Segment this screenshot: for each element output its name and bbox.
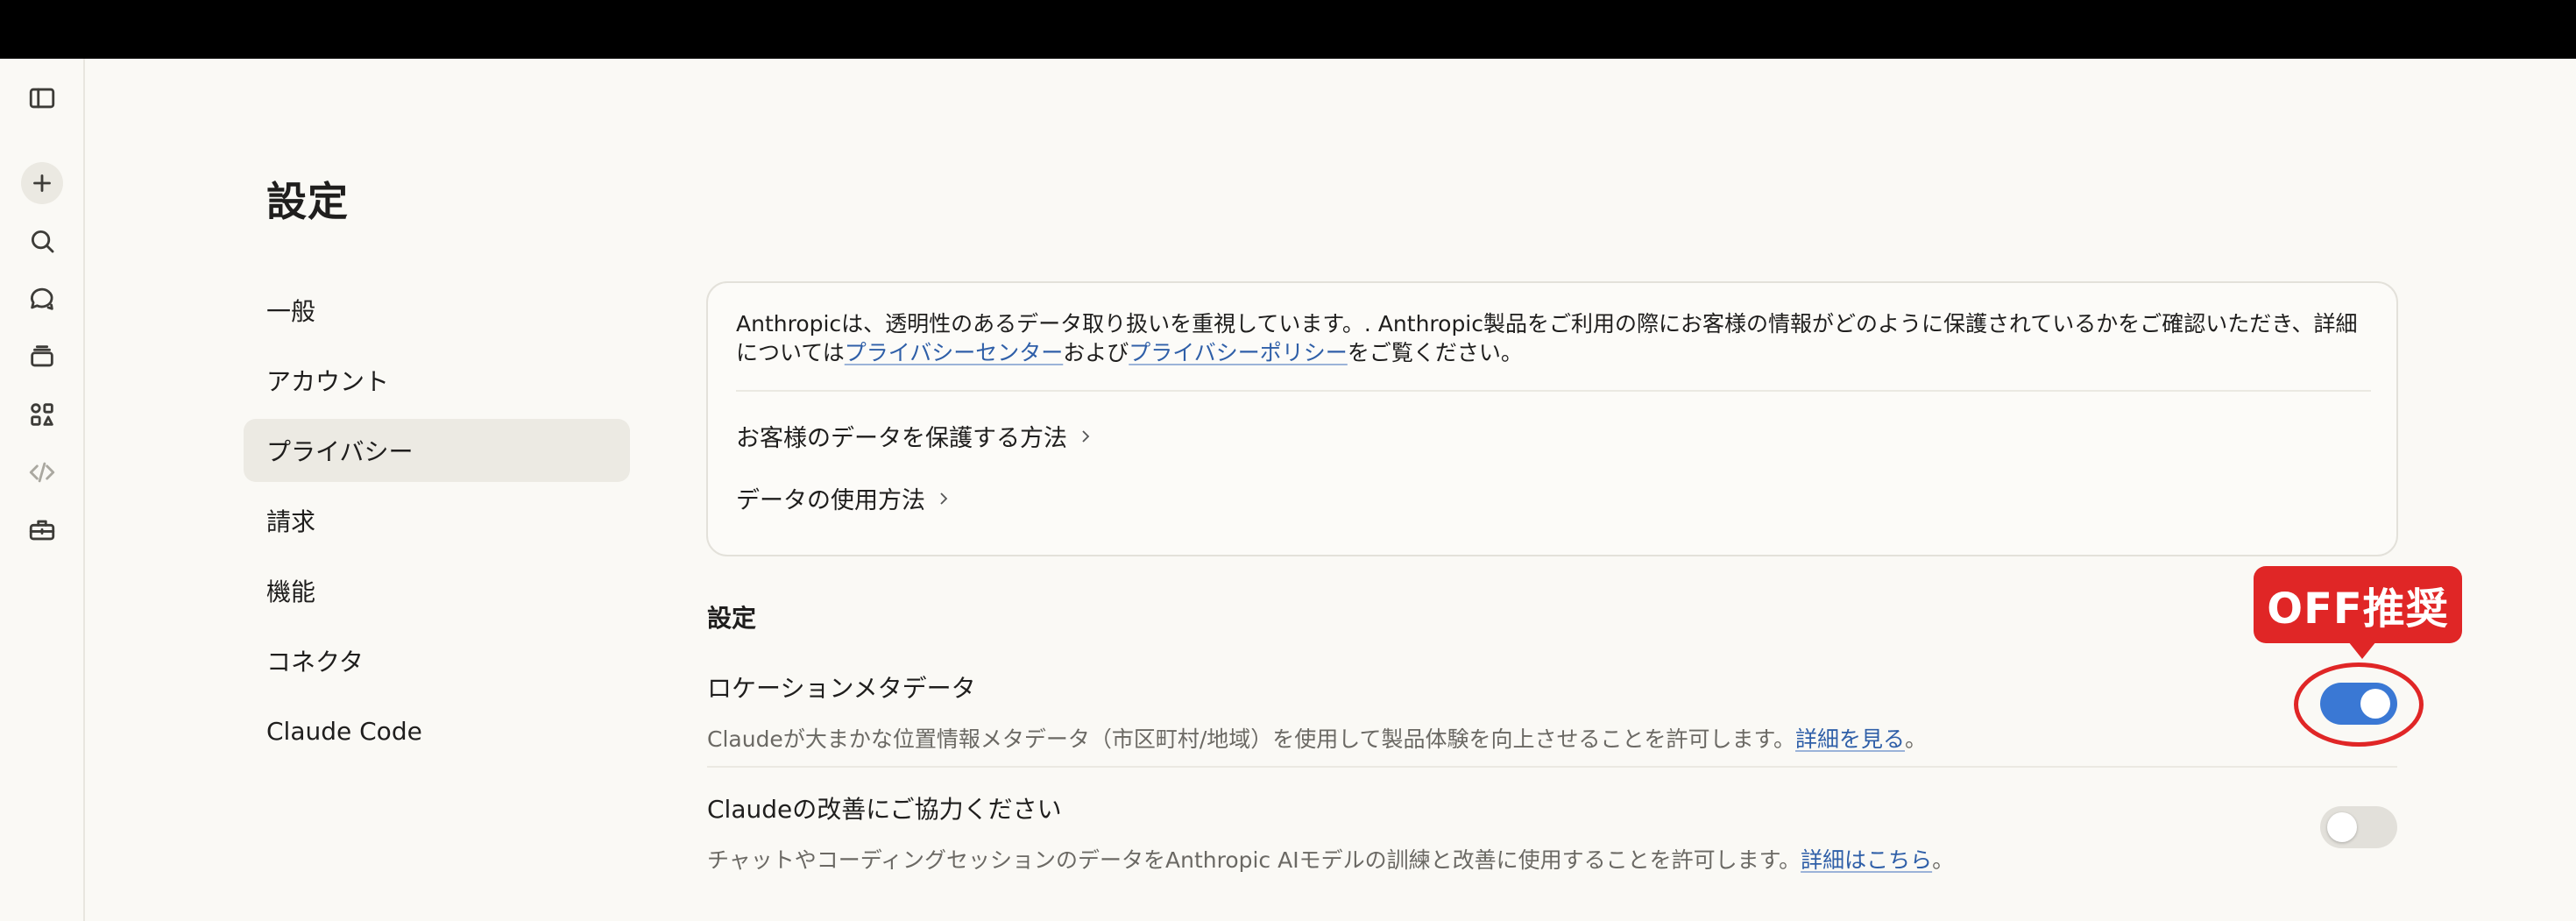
code-icon[interactable]	[21, 451, 63, 493]
chevron-right-icon	[940, 492, 948, 505]
settings-nav: 一般 アカウント プライバシー 請求 機能 コネクタ Claude Code	[244, 279, 630, 769]
toolbox-icon[interactable]	[21, 509, 63, 551]
chats-icon[interactable]	[21, 278, 63, 320]
nav-item-privacy[interactable]: プライバシー	[244, 419, 630, 482]
improve-claude-desc-text: チャットやコーディングセッションのデータをAnthropic AIモデルの訓練と…	[707, 847, 1801, 873]
location-learn-more-link[interactable]: 詳細を見る	[1795, 726, 1905, 752]
privacy-intro-text: Anthropicは、透明性のあるデータ取り扱いを重視しています。. Anthr…	[736, 309, 2374, 367]
sidebar-toggle-icon[interactable]	[21, 77, 63, 119]
nav-item-general[interactable]: 一般	[244, 279, 630, 342]
plus-icon[interactable]	[21, 162, 63, 204]
projects-icon[interactable]	[21, 336, 63, 378]
location-metadata-desc-text: Claudeが大まかな位置情報メタデータ（市区町村/地域）を使用して製品体験を向…	[707, 726, 1795, 752]
top-bar	[0, 0, 2576, 59]
sidebar-rail	[0, 59, 85, 921]
annotation-callout-tail	[2348, 641, 2376, 659]
nav-item-claude-code[interactable]: Claude Code	[244, 699, 630, 762]
chevron-right-icon	[1082, 429, 1090, 443]
improve-claude-toggle[interactable]	[2320, 806, 2397, 848]
settings-divider	[707, 766, 2397, 768]
artifacts-icon[interactable]	[21, 393, 63, 436]
location-metadata-setting: ロケーションメタデータ Claudeが大まかな位置情報メタデータ（市区町村/地域…	[707, 669, 2397, 754]
privacy-intro-part3: をご覧ください。	[1347, 340, 1523, 365]
location-metadata-title: ロケーションメタデータ	[707, 674, 976, 703]
nav-item-account[interactable]: アカウント	[244, 349, 630, 412]
data-usage-link[interactable]: データの使用方法	[736, 481, 952, 515]
protect-data-label: お客様のデータを保護する方法	[736, 425, 1067, 452]
nav-item-connectors[interactable]: コネクタ	[244, 629, 630, 692]
page-title: 設定	[266, 178, 349, 225]
privacy-policy-link[interactable]: プライバシーポリシー	[1129, 340, 1348, 365]
privacy-info-card: Anthropicは、透明性のあるデータ取り扱いを重視しています。. Anthr…	[706, 281, 2398, 556]
improve-claude-setting: Claudeの改善にご協力ください チャットやコーディングセッションのデータをA…	[707, 790, 2397, 875]
location-metadata-desc: Claudeが大まかな位置情報メタデータ（市区町村/地域）を使用して製品体験を向…	[707, 722, 2397, 754]
card-divider	[736, 390, 2371, 392]
nav-item-billing[interactable]: 請求	[244, 489, 630, 552]
data-usage-label: データの使用方法	[736, 487, 925, 514]
improve-desc-suffix: 。	[1932, 847, 1955, 873]
improve-claude-title: Claudeの改善にご協力ください	[707, 795, 1062, 824]
annotation-callout: OFF推奨	[2254, 566, 2462, 643]
privacy-intro-part2: および	[1063, 340, 1129, 365]
privacy-center-link[interactable]: プライバシーセンター	[845, 340, 1064, 365]
toggle-knob	[2327, 812, 2357, 842]
nav-item-features[interactable]: 機能	[244, 559, 630, 622]
improve-claude-desc: チャットやコーディングセッションのデータをAnthropic AIモデルの訓練と…	[707, 843, 2397, 875]
search-icon[interactable]	[21, 220, 63, 262]
improve-learn-more-link[interactable]: 詳細はこちら	[1801, 847, 1932, 873]
settings-section-title: 設定	[707, 604, 757, 633]
location-desc-suffix: 。	[1905, 726, 1928, 752]
protect-data-link[interactable]: お客様のデータを保護する方法	[736, 419, 1093, 453]
annotation-highlight-ring	[2294, 662, 2424, 747]
